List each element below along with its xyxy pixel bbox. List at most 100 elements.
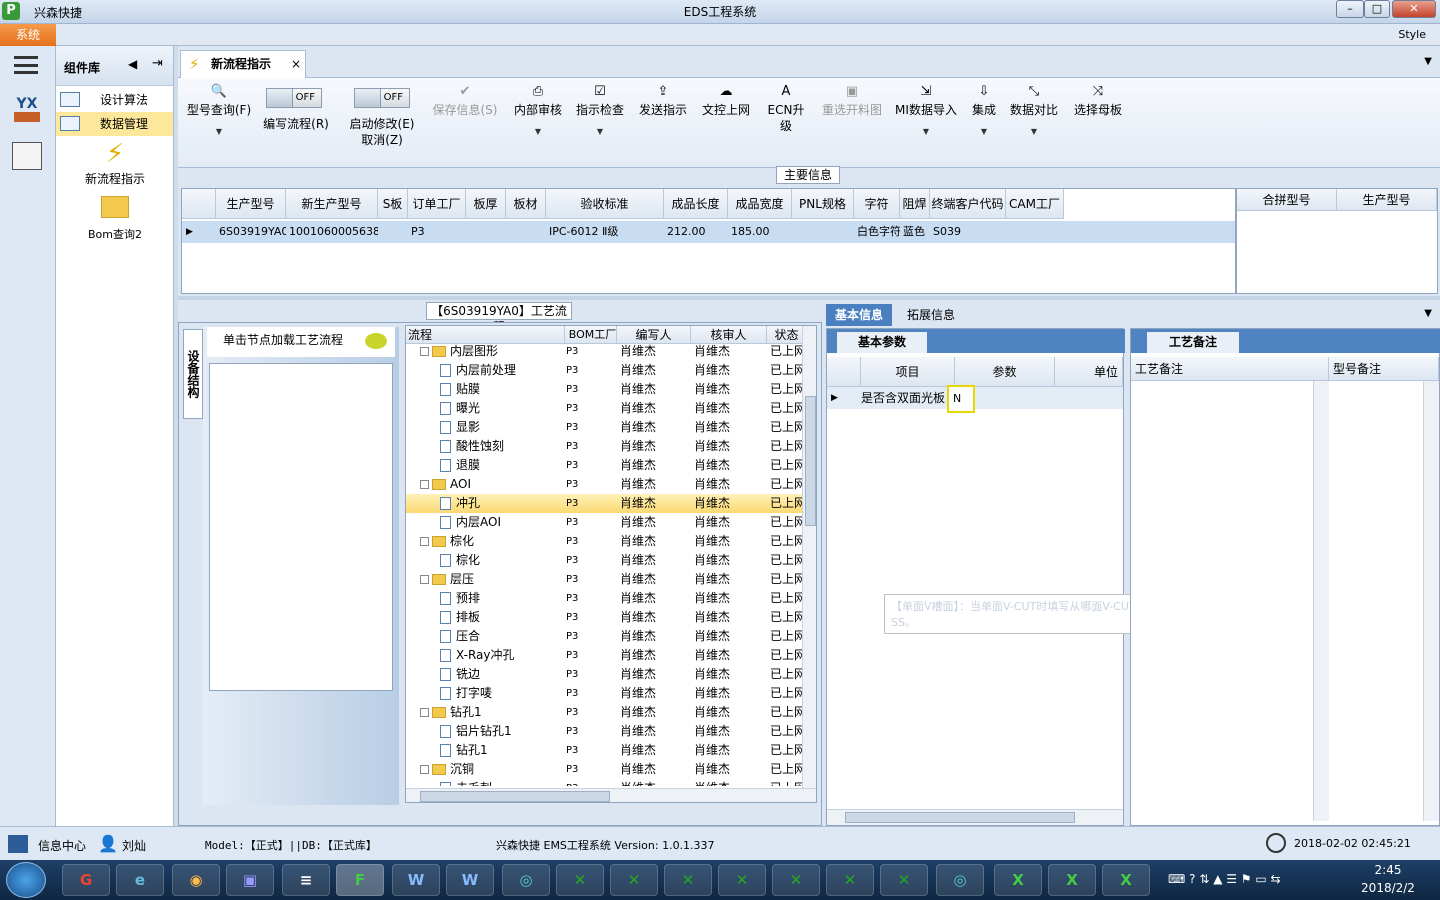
tray-icons[interactable]: ⌨ ? ⇅ ▲ ☰ ⚑ ▭ ⇆	[1168, 872, 1281, 886]
tab-process-notes[interactable]: 工艺备注	[1147, 332, 1239, 353]
edit-flow-toggle[interactable]: OFF	[266, 88, 322, 108]
splitter[interactable]	[178, 296, 1440, 300]
tree-row[interactable]: 铝片钻孔1 P3 肖维杰 肖维杰 已上网	[406, 722, 802, 741]
col-header[interactable]: 订单工厂	[408, 189, 466, 219]
table-cell[interactable]: 212.00	[664, 221, 728, 243]
doc-upload-button[interactable]: ☁ 文控上网	[700, 84, 752, 118]
eds-app-icon[interactable]: F	[336, 864, 384, 896]
component-bom-query[interactable]: Bom查询2	[56, 196, 174, 242]
table-row[interactable]: ▶ 6S03919YA0 10010600056382 P3 IPC-6012 Ⅱ级 2…	[182, 221, 1235, 243]
style-menu[interactable]: Style	[1398, 28, 1426, 41]
word-icon[interactable]: W	[446, 864, 494, 896]
tree-row[interactable]: − 内层图形 P3 肖维杰 肖维杰 已上网	[406, 344, 802, 361]
tree-row[interactable]: − 棕化 P3 肖维杰 肖维杰 已上网	[406, 532, 802, 551]
send-instruction-button[interactable]: ⇪ 发送指示	[636, 84, 690, 118]
col-header[interactable]: 流程	[408, 326, 432, 344]
file-icon[interactable]: ✕	[610, 864, 658, 896]
type-query-button[interactable]: 🔍 型号查询(F) ▼	[184, 84, 254, 140]
calculator-icon[interactable]	[12, 142, 42, 170]
table-cell[interactable]	[1006, 221, 1064, 243]
dropdown-arrow-icon[interactable]: ▼	[574, 124, 626, 140]
word-icon[interactable]: W	[392, 864, 440, 896]
table-cell[interactable]	[506, 221, 546, 243]
yx-logo-icon[interactable]: YX	[10, 96, 44, 128]
dropdown-arrow-icon[interactable]: ▼	[512, 124, 564, 140]
tree-row[interactable]: 压合 P3 肖维杰 肖维杰 已上网	[406, 627, 802, 646]
instruction-check-button[interactable]: ☑ 指示检查 ▼	[574, 84, 626, 140]
table-row[interactable]: ▶ 是否含双面光板 N	[827, 385, 1123, 413]
col-header[interactable]: 新生产型号	[286, 189, 378, 219]
component-item-design-algo[interactable]: 设计算法	[56, 88, 173, 112]
eye-app-icon[interactable]: ◎	[936, 864, 984, 896]
tree-row[interactable]: 显影 P3 肖维杰 肖维杰 已上网	[406, 418, 802, 437]
tree-row[interactable]: X-Ray冲孔 P3 肖维杰 肖维杰 已上网	[406, 646, 802, 665]
dropdown-arrow-icon[interactable]: ▼	[184, 124, 254, 140]
col-header[interactable]: 终端客户代码	[930, 189, 1006, 219]
integrate-button[interactable]: ⇩ 集成 ▼	[966, 84, 1002, 140]
params-hscroll[interactable]	[827, 809, 1123, 825]
col-header[interactable]: S板	[378, 189, 408, 219]
dropdown-arrow-icon[interactable]: ▼	[894, 124, 958, 140]
file-icon[interactable]: ✕	[772, 864, 820, 896]
col-header[interactable]: 单位	[1055, 357, 1123, 387]
col-header[interactable]: 参数	[955, 357, 1055, 387]
windows-grid-icon[interactable]	[8, 835, 28, 853]
browser-icon[interactable]: e	[116, 864, 164, 896]
table-cell[interactable]	[792, 221, 854, 243]
collapse-left-icon[interactable]: ◀	[128, 57, 137, 71]
floppy-icon[interactable]: ▣	[226, 864, 274, 896]
data-compare-button[interactable]: ⤡ 数据对比 ▼	[1008, 84, 1060, 140]
col-header[interactable]: 项目	[861, 357, 955, 387]
col-header[interactable]: 合拼型号	[1237, 189, 1337, 211]
notes-vscroll[interactable]	[1313, 381, 1329, 821]
tree-row[interactable]: 曝光 P3 肖维杰 肖维杰 已上网	[406, 399, 802, 418]
tree-row[interactable]: − 层压 P3 肖维杰 肖维杰 已上网	[406, 570, 802, 589]
hamburger-menu-icon[interactable]	[14, 56, 38, 74]
table-cell[interactable]: 10010600056382	[286, 221, 378, 243]
table-cell[interactable]: 白色字符	[854, 221, 900, 243]
collapse-node-icon[interactable]: −	[420, 537, 429, 546]
tab-close-icon[interactable]: ×	[291, 51, 301, 77]
tree-row[interactable]: 棕化 P3 肖维杰 肖维杰 已上网	[406, 551, 802, 570]
tree-row[interactable]: 冲孔 P3 肖维杰 肖维杰 已上网	[406, 494, 802, 513]
excel-icon[interactable]: X	[1048, 864, 1096, 896]
table-cell[interactable]: IPC-6012 Ⅱ级	[546, 221, 664, 243]
col-header[interactable]: 阻焊	[900, 189, 930, 219]
tree-row[interactable]: 贴膜 P3 肖维杰 肖维杰 已上网	[406, 380, 802, 399]
save-info-button[interactable]: ✔ 保存信息(S)	[430, 84, 500, 118]
ecn-upgrade-button[interactable]: A ECN升级	[762, 84, 810, 134]
tab-extended-info[interactable]: 拓展信息	[898, 304, 964, 326]
mi-import-button[interactable]: ⇲ MI数据导入 ▼	[894, 84, 958, 140]
table-cell[interactable]: 6S03919YA0	[216, 221, 286, 243]
taskbar-date[interactable]: 2018/2/2	[1352, 881, 1424, 895]
table-cell[interactable]: S039	[930, 221, 1006, 243]
pin-panel-icon[interactable]: ⇥	[152, 56, 163, 71]
close-window-button[interactable]: ✕	[1392, 0, 1436, 18]
col-header[interactable]: 核审人	[690, 326, 766, 344]
taskbar-time[interactable]: 2:45	[1360, 863, 1416, 877]
col-header[interactable]: 成品长度	[664, 189, 728, 219]
tree-row[interactable]: − 沉铜 P3 肖维杰 肖维杰 已上网	[406, 760, 802, 779]
col-header[interactable]: 状态	[766, 326, 806, 344]
collapse-node-icon[interactable]: −	[420, 480, 429, 489]
excel-icon[interactable]: X	[1102, 864, 1150, 896]
table-cell[interactable]: 185.00	[728, 221, 792, 243]
select-board-button[interactable]: ⤨ 选择母板	[1070, 84, 1126, 118]
col-header[interactable]: BOM工厂	[564, 326, 620, 344]
file-icon[interactable]: ✕	[826, 864, 874, 896]
col-header[interactable]: 板厚	[466, 189, 506, 219]
col-header[interactable]: 成品宽度	[728, 189, 792, 219]
component-item-data-management[interactable]: 数据管理	[56, 112, 173, 136]
start-modify-toggle[interactable]: OFF	[354, 88, 410, 108]
eye-app-icon[interactable]: ◎	[502, 864, 550, 896]
tree-row[interactable]: − AOI P3 肖维杰 肖维杰 已上网	[406, 475, 802, 494]
file-icon[interactable]: ✕	[718, 864, 766, 896]
flow-tree-vscroll[interactable]	[802, 326, 816, 788]
scanner-icon[interactable]: ≡	[282, 864, 330, 896]
collapse-node-icon[interactable]: −	[420, 708, 429, 717]
table-cell[interactable]: P3	[408, 221, 466, 243]
collapse-node-icon[interactable]: −	[420, 347, 429, 356]
col-header[interactable]: 生产型号	[1337, 189, 1437, 211]
tree-row[interactable]: 预排 P3 肖维杰 肖维杰 已上网	[406, 589, 802, 608]
collapse-node-icon[interactable]: −	[420, 575, 429, 584]
